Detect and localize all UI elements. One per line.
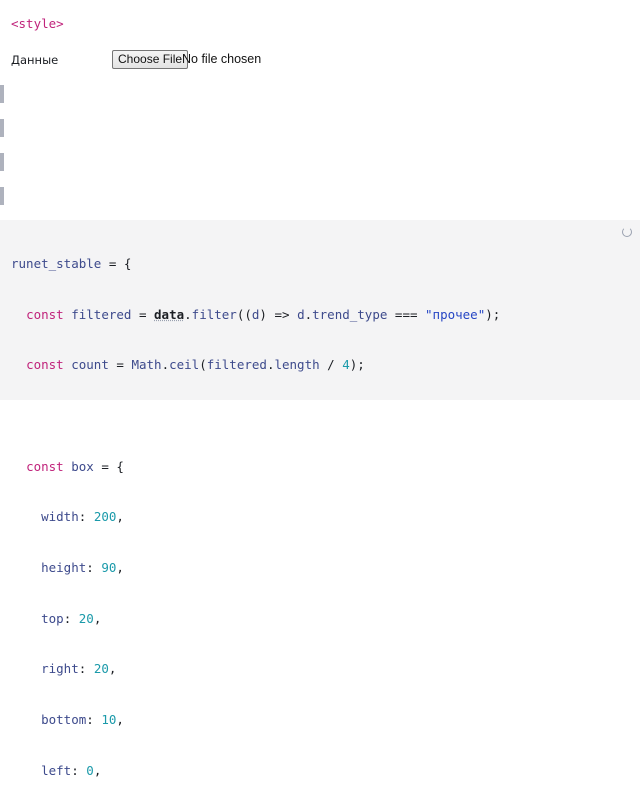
code-editor[interactable]: runet_stable = { const filtered = data.f… xyxy=(0,220,640,778)
code-token: (( xyxy=(236,306,252,322)
code-token: 20 xyxy=(93,661,109,677)
code-token: height xyxy=(41,560,87,576)
code-token: = xyxy=(108,357,132,373)
code-reference-link[interactable]: data xyxy=(154,307,184,322)
code-line: const filtered = data.filter((d) => d.tr… xyxy=(11,307,500,324)
code-token: === xyxy=(387,306,426,322)
code-lines: runet_stable = { const filtered = data.f… xyxy=(11,222,500,800)
code-token: 90 xyxy=(101,560,117,576)
code-token: filtered xyxy=(71,306,132,322)
code-token: ); xyxy=(485,306,501,322)
code-token: runet_stable xyxy=(11,255,102,271)
code-token: "прочее" xyxy=(425,306,486,322)
code-token: trend_type xyxy=(312,306,388,322)
code-token: bottom xyxy=(41,712,87,728)
code-token: / xyxy=(319,357,343,373)
code-token: top xyxy=(41,610,64,626)
code-token: 20 xyxy=(78,610,94,626)
code-token: ) => xyxy=(259,306,298,322)
code-line: bottom: 10, xyxy=(41,712,124,728)
code-line: top: 20, xyxy=(41,610,102,626)
code-line: const count = Math.ceil(filtered.length … xyxy=(11,357,500,374)
cell-gutter-marker[interactable] xyxy=(0,187,4,205)
code-token: length xyxy=(274,357,320,373)
code-token: ceil xyxy=(169,357,200,373)
code-line: width: 200, xyxy=(41,509,124,525)
code-token: ( xyxy=(199,357,207,373)
code-token: . xyxy=(161,357,170,373)
cell-gutter-marker[interactable] xyxy=(0,119,4,137)
code-token: const xyxy=(26,458,64,474)
code-token: 200 xyxy=(93,509,117,525)
code-token: filter xyxy=(191,306,237,322)
code-token: ); xyxy=(349,357,365,373)
code-token: right xyxy=(41,661,79,677)
file-status-text: No file chosen xyxy=(182,52,262,66)
cell-gutter-marker[interactable] xyxy=(0,85,4,103)
style-cell-code[interactable]: <style> xyxy=(11,16,64,31)
code-line: right: 20, xyxy=(41,661,117,677)
cell-gutter-marker[interactable] xyxy=(0,153,4,171)
file-input-row: Данные Choose File No file chosen xyxy=(11,50,611,70)
code-token: = xyxy=(131,306,155,322)
code-token: count xyxy=(71,357,109,373)
code-token: const xyxy=(26,306,64,322)
code-line: left: 0, xyxy=(41,762,102,778)
code-token: d xyxy=(297,306,305,322)
code-token: Math xyxy=(131,357,162,373)
code-token: 4 xyxy=(342,357,350,373)
code-token: . xyxy=(304,306,313,322)
code-token: . xyxy=(184,306,192,322)
code-line: height: 90, xyxy=(41,560,124,576)
code-token: box xyxy=(71,458,94,474)
code-token: filtered xyxy=(206,357,267,373)
code-token: width xyxy=(41,509,79,525)
loading-spinner-icon xyxy=(622,227,632,237)
code-token: 0 xyxy=(86,762,94,778)
code-line: runet_stable = { xyxy=(11,256,500,273)
code-line: const box = { xyxy=(11,459,500,476)
code-token: const xyxy=(26,357,64,373)
choose-file-button[interactable]: Choose File xyxy=(112,50,189,69)
code-token: left xyxy=(41,762,72,778)
file-input-label: Данные xyxy=(11,53,59,67)
code-token: 10 xyxy=(101,712,117,728)
code-token: = { xyxy=(101,255,132,271)
code-token: = { xyxy=(93,458,124,474)
